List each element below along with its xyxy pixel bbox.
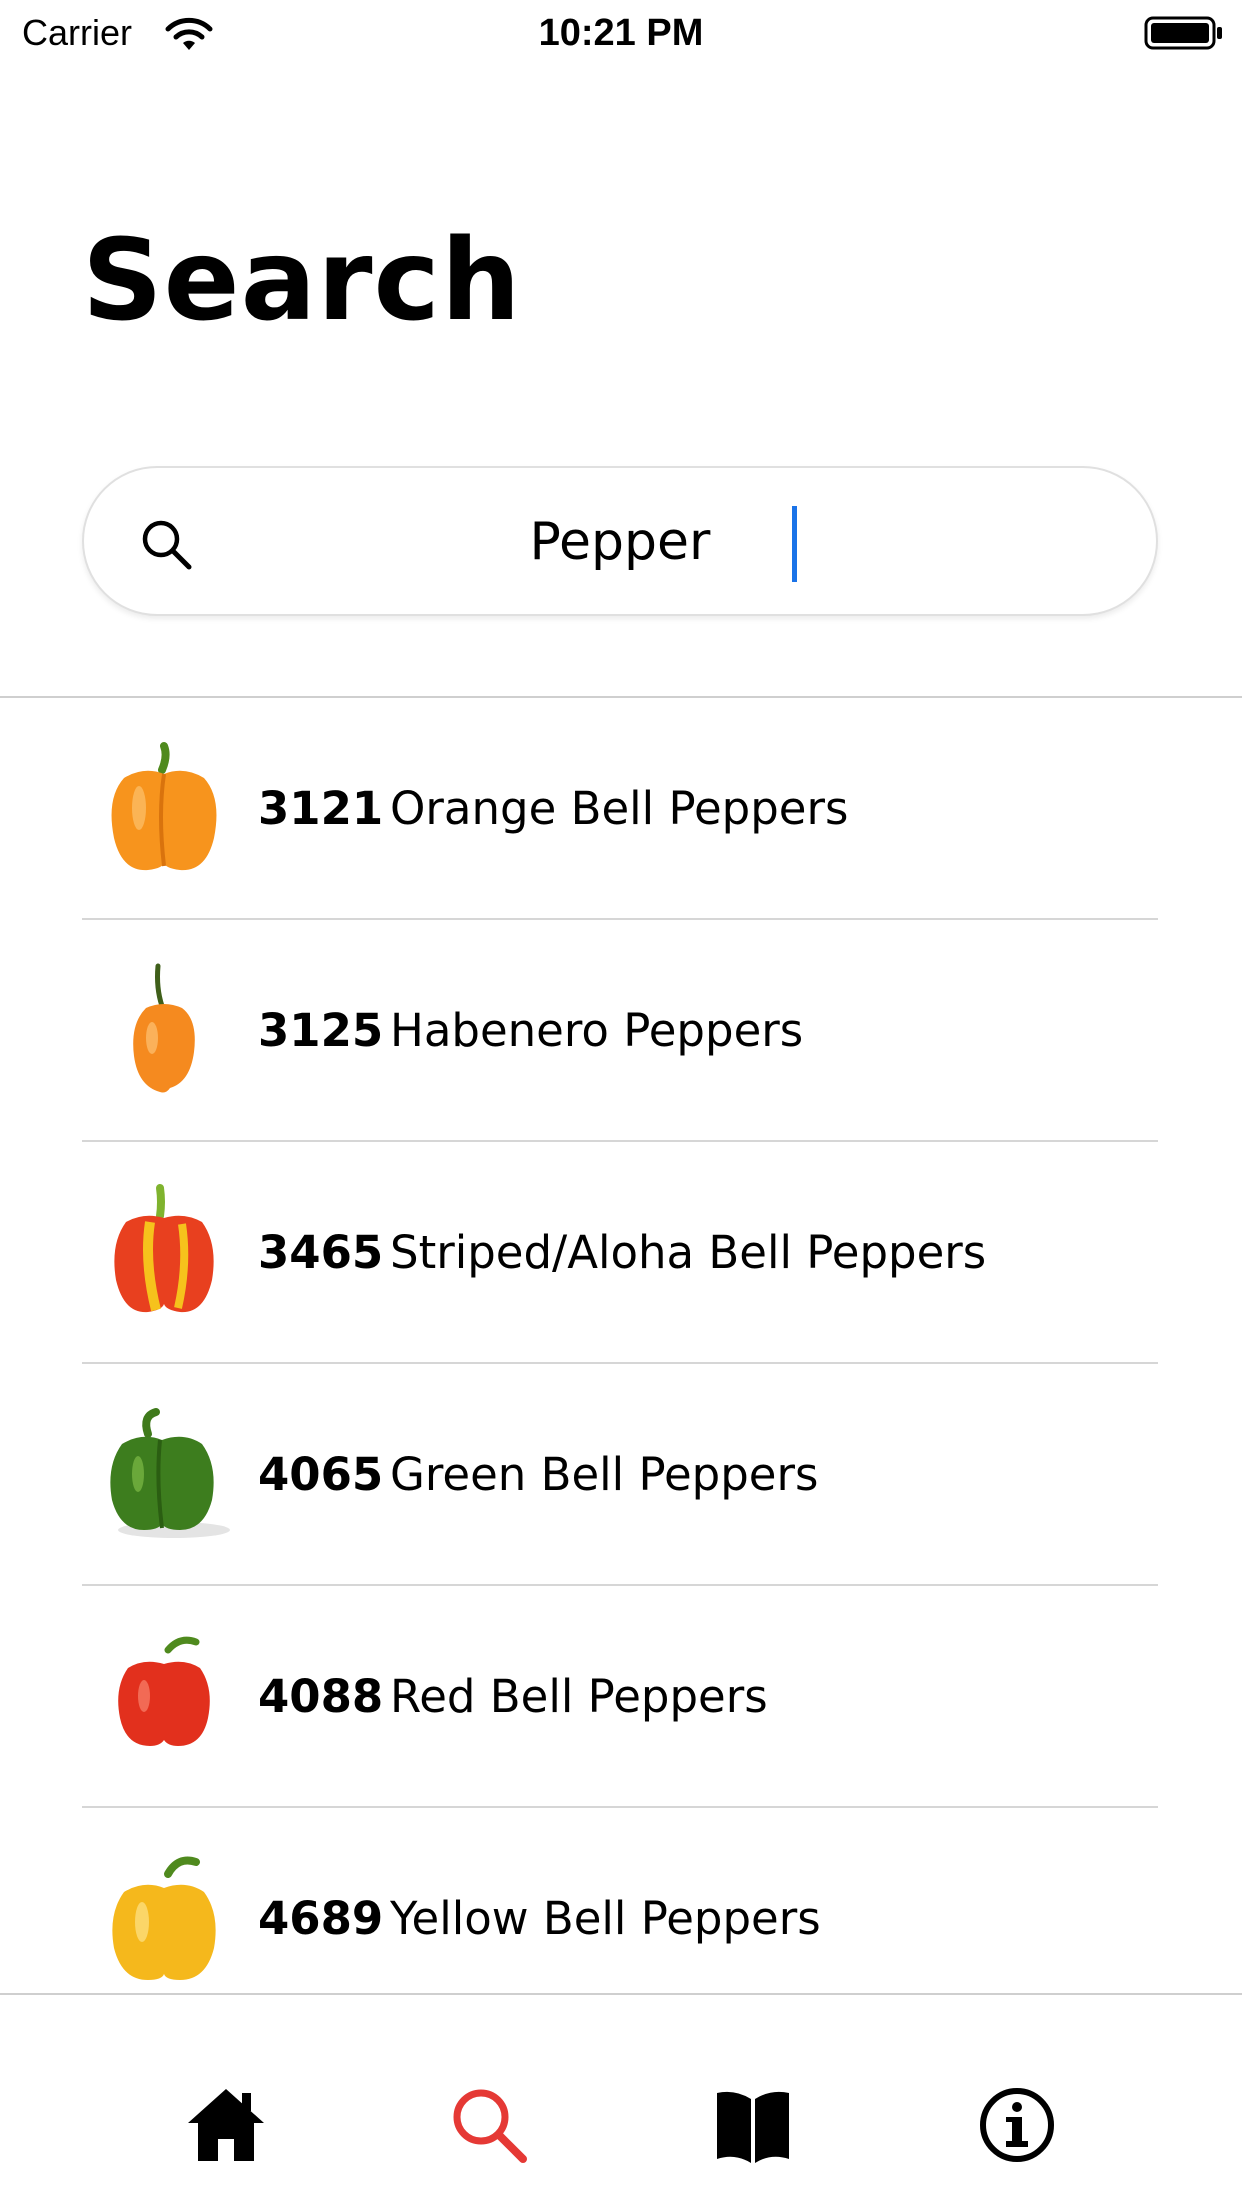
- list-item[interactable]: 4689 Yellow Bell Peppers: [82, 1808, 1158, 1994]
- plu-code: 3125: [258, 1004, 384, 1057]
- status-time: 10:21 PM: [538, 12, 704, 54]
- search-input[interactable]: [204, 468, 1036, 616]
- plu-code: 4689: [258, 1892, 384, 1945]
- battery-icon: [1144, 16, 1222, 50]
- produce-name: Striped/Aloha Bell Peppers: [390, 1226, 987, 1279]
- status-bar: Carrier 10:21 PM: [0, 0, 1242, 64]
- plu-code: 3465: [258, 1226, 384, 1279]
- home-icon[interactable]: [184, 2083, 268, 2167]
- tab-search-icon[interactable]: [447, 2083, 531, 2167]
- book-icon[interactable]: [711, 2083, 795, 2167]
- produce-name: Habenero Peppers: [390, 1004, 804, 1057]
- list-item[interactable]: 4065 Green Bell Peppers: [82, 1364, 1158, 1586]
- list-item[interactable]: 3121 Orange Bell Peppers: [82, 698, 1158, 920]
- green-bell-pepper-image: [110, 1408, 230, 1538]
- list-item[interactable]: 3465 Striped/Aloha Bell Peppers: [82, 1142, 1158, 1364]
- orange-bell-pepper-image: [111, 742, 217, 871]
- list-item[interactable]: 4088 Red Bell Peppers: [82, 1586, 1158, 1808]
- plu-code: 4065: [258, 1448, 384, 1501]
- striped-bell-pepper-image: [114, 1184, 214, 1313]
- plu-code: 4088: [258, 1670, 384, 1723]
- text-caret: [792, 506, 797, 582]
- info-icon[interactable]: [975, 2083, 1059, 2167]
- habanero-pepper-image: [133, 963, 195, 1093]
- search-icon: [142, 520, 192, 570]
- red-bell-pepper-image: [118, 1636, 210, 1746]
- search-bar[interactable]: [82, 466, 1158, 616]
- page-title: Search: [82, 216, 522, 346]
- results-list[interactable]: 3121 Orange Bell Peppers 3125 Habenero P…: [0, 698, 1242, 1994]
- produce-name: Green Bell Peppers: [390, 1448, 819, 1501]
- list-item[interactable]: 3125 Habenero Peppers: [82, 920, 1158, 1142]
- tab-bar: [0, 1993, 1242, 2210]
- yellow-bell-pepper-image: [112, 1856, 216, 1980]
- produce-name: Red Bell Peppers: [390, 1670, 768, 1723]
- produce-name: Yellow Bell Peppers: [390, 1892, 821, 1945]
- plu-code: 3121: [258, 782, 384, 835]
- produce-name: Orange Bell Peppers: [390, 782, 849, 835]
